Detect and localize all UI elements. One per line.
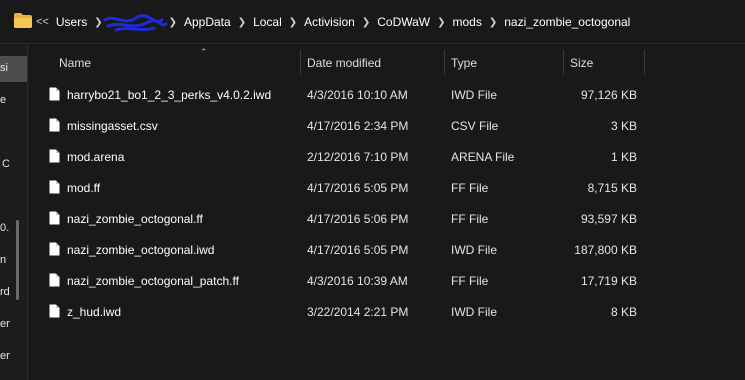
nav-item-fragment[interactable]: 0.: [0, 222, 12, 234]
file-name: harrybo21_bo1_2_3_perks_v4.0.2.iwd: [67, 88, 272, 102]
column-date-header[interactable]: Date modified: [307, 56, 381, 70]
column-header: ⌃ Name Date modified Type Size: [28, 44, 745, 79]
nav-item-fragment[interactable]: e: [0, 94, 12, 106]
file-size: 8 KB: [610, 305, 637, 319]
breadcrumb-local[interactable]: Local: [253, 15, 282, 29]
file-size: 97,126 KB: [580, 88, 637, 102]
nav-item-fragment[interactable]: C: [2, 158, 14, 170]
file-type: FF File: [451, 181, 489, 195]
file-icon: [49, 304, 60, 318]
file-size: 187,800 KB: [574, 243, 637, 257]
file-icon: [49, 87, 60, 101]
file-date: 4/17/2016 5:06 PM: [307, 212, 409, 226]
file-name: nazi_zombie_octogonal_patch.ff: [67, 274, 239, 288]
file-icon: [49, 180, 60, 194]
column-divider[interactable]: [444, 50, 445, 75]
file-icon: [49, 242, 60, 256]
file-icon: [49, 273, 60, 287]
file-size: 17,719 KB: [580, 274, 637, 288]
chevron-right-icon[interactable]: ❯: [238, 17, 246, 28]
file-list: harrybo21_bo1_2_3_perks_v4.0.2.iwd 4/3/2…: [28, 79, 745, 327]
address-bar[interactable]: << Users ❯ ❯ AppData ❯ Local ❯ Activisio…: [0, 0, 745, 44]
file-name: missingasset.csv: [67, 119, 158, 133]
sort-ascending-icon: ⌃: [200, 47, 208, 57]
redacted-username[interactable]: [103, 14, 168, 32]
file-row[interactable]: nazi_zombie_octogonal.iwd 4/17/2016 5:05…: [28, 234, 745, 265]
file-type: IWD File: [451, 88, 497, 102]
file-row[interactable]: missingasset.csv 4/17/2016 2:34 PM CSV F…: [28, 110, 745, 141]
column-divider[interactable]: [644, 50, 645, 75]
file-size: 3 KB: [610, 119, 637, 133]
file-type: IWD File: [451, 243, 497, 257]
column-size-header[interactable]: Size: [570, 56, 593, 70]
file-name: nazi_zombie_octogonal.iwd: [67, 243, 215, 257]
file-row[interactable]: z_hud.iwd 3/22/2014 2:21 PM IWD File 8 K…: [28, 296, 745, 327]
file-row[interactable]: mod.arena 2/12/2016 7:10 PM ARENA File 1…: [28, 141, 745, 172]
file-size: 8,715 KB: [587, 181, 637, 195]
chevron-right-icon[interactable]: ❯: [489, 17, 497, 28]
breadcrumb-mods[interactable]: mods: [453, 15, 482, 29]
chevron-right-icon[interactable]: ❯: [289, 17, 297, 28]
breadcrumb-activision[interactable]: Activision: [304, 15, 355, 29]
column-type-header[interactable]: Type: [451, 56, 477, 70]
file-type: ARENA File: [451, 150, 515, 164]
file-icon: [49, 149, 60, 163]
breadcrumb-codwaw[interactable]: CoDWaW: [377, 15, 430, 29]
file-type: FF File: [451, 274, 489, 288]
file-size: 1 KB: [610, 150, 637, 164]
file-date: 4/17/2016 5:05 PM: [307, 243, 409, 257]
column-divider[interactable]: [563, 50, 564, 75]
file-name: mod.arena: [67, 150, 125, 164]
file-type: FF File: [451, 212, 489, 226]
chevron-right-icon[interactable]: ❯: [362, 17, 370, 28]
breadcrumb-appdata[interactable]: AppData: [184, 15, 231, 29]
breadcrumb-current-folder[interactable]: nazi_zombie_octogonal: [504, 15, 630, 29]
file-date: 4/3/2016 10:39 AM: [307, 274, 408, 288]
file-size: 93,597 KB: [580, 212, 637, 226]
file-row[interactable]: nazi_zombie_octogonal.ff 4/17/2016 5:06 …: [28, 203, 745, 234]
file-row[interactable]: nazi_zombie_octogonal_patch.ff 4/3/2016 …: [28, 265, 745, 296]
nav-item-fragment[interactable]: n: [0, 254, 12, 266]
file-name: mod.ff: [67, 181, 101, 195]
file-date: 4/17/2016 5:05 PM: [307, 181, 409, 195]
file-date: 2/12/2016 7:10 PM: [307, 150, 409, 164]
file-date: 4/17/2016 2:34 PM: [307, 119, 409, 133]
file-icon: [49, 211, 60, 225]
file-name: z_hud.iwd: [67, 305, 122, 319]
file-type: CSV File: [451, 119, 499, 133]
file-date: 4/3/2016 10:10 AM: [307, 88, 408, 102]
column-divider[interactable]: [300, 50, 301, 75]
column-name-header[interactable]: Name: [59, 56, 91, 70]
nav-item-fragment[interactable]: er: [0, 318, 12, 330]
nav-item-fragment[interactable]: er: [0, 350, 12, 362]
file-name: nazi_zombie_octogonal.ff: [67, 212, 203, 226]
navigation-pane[interactable]: si e C 0. n rd er er: [0, 44, 28, 380]
file-date: 3/22/2014 2:21 PM: [307, 305, 409, 319]
nav-scrollbar[interactable]: [16, 220, 19, 300]
file-type: IWD File: [451, 305, 497, 319]
file-icon: [49, 118, 60, 132]
nav-item-fragment[interactable]: si: [0, 62, 12, 74]
nav-item-fragment[interactable]: rd: [0, 286, 12, 298]
breadcrumb: << Users ❯ ❯ AppData ❯ Local ❯ Activisio…: [36, 13, 630, 32]
redaction-scribble: [103, 14, 168, 32]
file-row[interactable]: mod.ff 4/17/2016 5:05 PM FF File 8,715 K…: [28, 172, 745, 203]
chevron-right-icon[interactable]: ❯: [169, 17, 177, 28]
overflow-chevron[interactable]: <<: [36, 16, 49, 28]
chevron-right-icon[interactable]: ❯: [437, 17, 445, 28]
folder-icon: [14, 13, 32, 28]
file-row[interactable]: harrybo21_bo1_2_3_perks_v4.0.2.iwd 4/3/2…: [28, 79, 745, 110]
breadcrumb-users[interactable]: Users: [56, 15, 87, 29]
